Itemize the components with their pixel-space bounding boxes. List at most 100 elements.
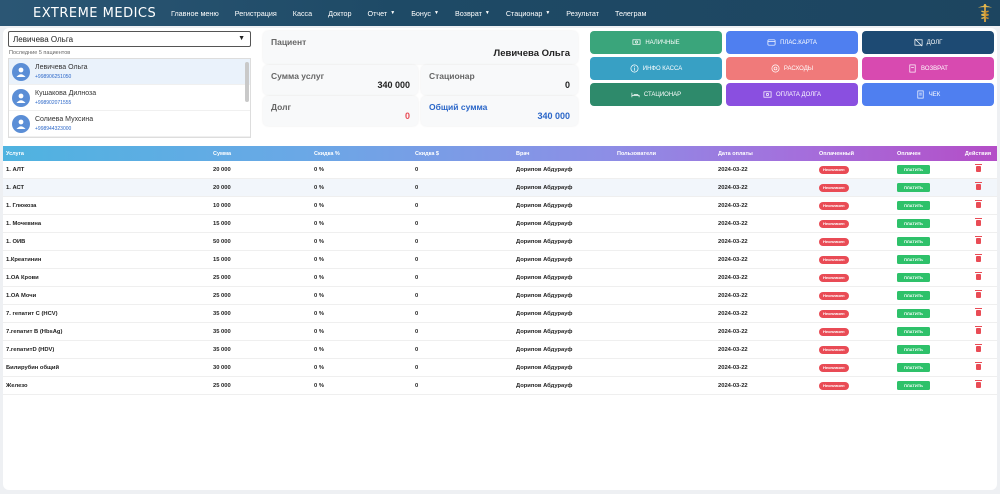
unpaid-badge: Неоплачен <box>819 327 849 336</box>
pay-button[interactable]: ПЛАТИТЬ <box>897 183 931 192</box>
cell-disc-pct: 0 % <box>314 202 324 209</box>
column-header: Услуга <box>6 150 24 157</box>
cell-disc-amt: 0 <box>415 274 419 281</box>
cell-disc-pct: 0 % <box>314 166 324 173</box>
action-button[interactable]: ВОЗВРАТ <box>862 57 994 80</box>
table-body: 1. АЛТ 20 000 0 % 0 Дорипов Абдурауф 2024-03-… <box>3 161 997 395</box>
recent-patient-name: Кушакова Дилноза <box>35 89 97 97</box>
main-content: Левичева Ольга ▼ Последние 5 пациентов Л… <box>3 28 997 490</box>
nav-item[interactable]: Регистрация <box>227 0 285 26</box>
unpaid-badge: Неоплачен <box>819 201 849 210</box>
pay-button[interactable]: ПЛАТИТЬ <box>897 345 931 354</box>
cell-date: 2024-03-22 <box>718 202 748 209</box>
action-button[interactable]: ИНФО КАССА <box>590 57 722 80</box>
caret-down-icon: ▼ <box>484 10 490 16</box>
column-header: Оплаченный <box>819 150 854 157</box>
cell-service: 1.Креатинин <box>6 256 42 263</box>
trash-icon[interactable] <box>974 344 982 352</box>
pay-button[interactable]: ПЛАТИТЬ <box>897 309 931 318</box>
nav-item[interactable]: Бонус ▼ <box>403 0 447 26</box>
bed-icon <box>631 92 640 98</box>
cell-sum: 20 000 <box>213 184 231 191</box>
action-button-label: РАСХОДЫ <box>783 65 814 72</box>
nav-item[interactable]: Отчет ▼ <box>360 0 404 26</box>
action-button[interactable]: РАСХОДЫ <box>726 57 858 80</box>
unpaid-badge: Неоплачен <box>819 381 849 390</box>
recent-patient-name: Солиева Мухсина <box>35 115 94 123</box>
action-button-label: НАЛИЧНЫЕ <box>645 39 680 46</box>
caret-down-icon: ▼ <box>390 10 396 16</box>
brand-logo-text[interactable]: EXTREME MEDICS <box>33 6 163 21</box>
cell-disc-pct: 0 % <box>314 274 324 281</box>
trash-icon[interactable] <box>974 272 982 280</box>
pay-button[interactable]: ПЛАТИТЬ <box>897 165 931 174</box>
nav-item-label: Главное меню <box>171 8 219 18</box>
pay-button[interactable]: ПЛАТИТЬ <box>897 327 931 336</box>
cell-date: 2024-03-22 <box>718 220 748 227</box>
pay-button[interactable]: ПЛАТИТЬ <box>897 291 931 300</box>
recent-patient-item[interactable]: Солиева Мухсина +998944323000 <box>9 111 250 137</box>
cell-sum: 15 000 <box>213 220 231 227</box>
trash-icon[interactable] <box>974 254 982 262</box>
trash-icon[interactable] <box>974 236 982 244</box>
table-row: 1. ОИВ 50 000 0 % 0 Дорипов Абдурауф 2024-03-… <box>3 233 997 251</box>
table-row: Железо 25 000 0 % 0 Дорипов Абдурауф 2024-03-… <box>3 377 997 395</box>
recent-patient-item[interactable]: Кушакова Дилноза +998902071555 <box>9 85 250 111</box>
trash-icon[interactable] <box>974 380 982 388</box>
trash-icon[interactable] <box>974 308 982 316</box>
trash-icon[interactable] <box>974 218 982 226</box>
trash-icon[interactable] <box>974 362 982 370</box>
action-button[interactable]: ЧЕК <box>862 83 994 106</box>
cell-disc-pct: 0 % <box>314 310 324 317</box>
cell-sum: 30 000 <box>213 364 231 371</box>
column-header: Оплачен <box>897 150 921 157</box>
trash-icon[interactable] <box>974 182 982 190</box>
trash-icon[interactable] <box>974 290 982 298</box>
cell-doctor: Дорипов Абдурауф <box>516 382 573 389</box>
cell-doctor: Дорипов Абдурауф <box>516 220 573 227</box>
pay-button[interactable]: ПЛАТИТЬ <box>897 237 931 246</box>
pay-button[interactable]: ПЛАТИТЬ <box>897 273 931 282</box>
action-button-label: СТАЦИОНАР <box>643 91 682 98</box>
pay-button[interactable]: ПЛАТИТЬ <box>897 381 931 390</box>
nav-item[interactable]: Телеграм <box>607 0 655 26</box>
action-button-label: ПЛАС.КАРТА <box>780 39 817 46</box>
unpaid-badge: Неоплачен <box>819 165 849 174</box>
nav-item-label: Касса <box>292 8 313 18</box>
nav-item[interactable]: Возврат ▼ <box>447 0 498 26</box>
cell-sum: 35 000 <box>213 346 231 353</box>
cell-doctor: Дорипов Абдурауф <box>516 166 573 173</box>
table-row: 7.гепатитD (HDV) 35 000 0 % 0 Дорипов Абдура… <box>3 341 997 359</box>
pay-button[interactable]: ПЛАТИТЬ <box>897 255 931 264</box>
unpaid-badge: Неоплачен <box>819 273 849 282</box>
trash-icon[interactable] <box>974 164 982 172</box>
nav-item[interactable]: Результат <box>558 0 607 26</box>
main-nav: Главное меню Регистрация Касса Доктор Отчет ▼… <box>163 0 654 26</box>
cash-icon <box>632 39 641 45</box>
nav-item[interactable]: Доктор <box>320 0 359 26</box>
unpaid-badge: Неоплачен <box>819 219 849 228</box>
total-sum-value: 340 000 <box>537 111 570 121</box>
cell-disc-amt: 0 <box>415 256 419 263</box>
pay-button[interactable]: ПЛАТИТЬ <box>897 201 931 210</box>
action-button-label: ДОЛГ <box>926 39 943 46</box>
action-button[interactable]: НАЛИЧНЫЕ <box>590 31 722 54</box>
action-button[interactable]: ДОЛГ <box>862 31 994 54</box>
cell-date: 2024-03-22 <box>718 274 748 281</box>
patient-select[interactable]: Левичева Ольга ▼ <box>8 31 251 47</box>
nav-item[interactable]: Главное меню <box>163 0 227 26</box>
nav-item[interactable]: Стационар ▼ <box>498 0 558 26</box>
trash-icon[interactable] <box>974 326 982 334</box>
action-button[interactable]: СТАЦИОНАР <box>590 83 722 106</box>
trash-icon[interactable] <box>974 200 982 208</box>
recent-patient-item[interactable]: Левичева Ольга +998906251050 <box>9 59 250 85</box>
pay-button[interactable]: ПЛАТИТЬ <box>897 219 931 228</box>
nav-item[interactable]: Касса <box>285 0 320 26</box>
action-button[interactable]: ПЛАС.КАРТА <box>726 31 858 54</box>
debt-label: Долг <box>271 102 292 112</box>
cell-disc-pct: 0 % <box>314 184 324 191</box>
scrollbar[interactable] <box>245 62 249 102</box>
pay-button[interactable]: ПЛАТИТЬ <box>897 363 931 372</box>
table-row: 1. АЛТ 20 000 0 % 0 Дорипов Абдурауф 2024-03-… <box>3 161 997 179</box>
action-button[interactable]: ОПЛАТА ДОЛГА <box>726 83 858 106</box>
